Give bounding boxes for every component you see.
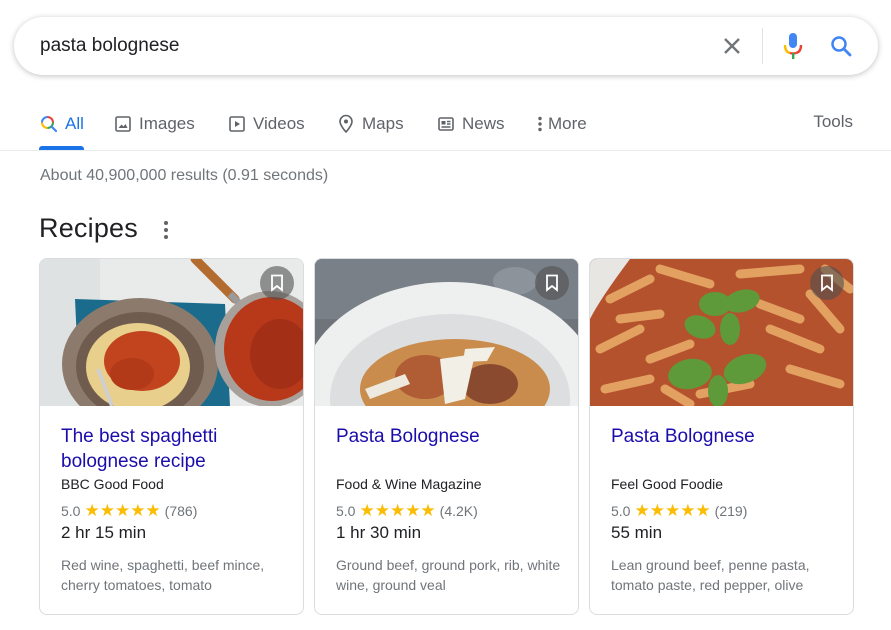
rating-value: 5.0 bbox=[336, 503, 356, 519]
tab-videos[interactable]: Videos bbox=[227, 112, 305, 136]
recipe-card[interactable]: The best spaghetti bolognese recipe BBC … bbox=[39, 258, 304, 615]
ingredients: Red wine, spaghetti, beef mince, cherry … bbox=[61, 557, 265, 593]
star-rating-icon: ★★★★★ bbox=[84, 501, 161, 520]
search-input[interactable] bbox=[40, 17, 680, 75]
close-icon bbox=[724, 38, 740, 54]
tab-maps[interactable]: Maps bbox=[336, 112, 404, 136]
rating-row: 5.0 ★★★★★ (219) bbox=[611, 502, 839, 520]
search-divider bbox=[762, 28, 763, 64]
tab-label: All bbox=[65, 114, 84, 133]
search-box bbox=[14, 17, 878, 75]
news-icon bbox=[436, 114, 456, 134]
bookmark-icon bbox=[546, 274, 558, 292]
play-icon bbox=[227, 114, 247, 134]
ingredients: Ground beef, ground pork, rib, white win… bbox=[336, 557, 561, 593]
rating-value: 5.0 bbox=[61, 503, 81, 519]
review-count: (219) bbox=[714, 503, 748, 519]
active-tab-indicator bbox=[39, 146, 84, 150]
cook-time: 2 hr 15 min bbox=[61, 523, 147, 542]
bookmark-icon bbox=[821, 274, 833, 292]
rating-row: 5.0 ★★★★★ (4.2K) bbox=[336, 502, 564, 520]
tools-button[interactable]: Tools bbox=[813, 112, 853, 132]
tab-label: More bbox=[548, 114, 587, 133]
recipe-card[interactable]: Pasta Bolognese Food & Wine Magazine 5.0… bbox=[314, 258, 579, 615]
search-button[interactable] bbox=[825, 30, 857, 62]
result-stats: About 40,900,000 results (0.91 seconds) bbox=[40, 167, 329, 184]
star-rating-icon: ★★★★★ bbox=[359, 501, 436, 520]
tab-all[interactable]: All bbox=[39, 112, 84, 136]
more-dot bbox=[164, 235, 168, 239]
tab-label: Images bbox=[139, 114, 195, 133]
more-dot bbox=[164, 228, 168, 232]
rating-row: 5.0 ★★★★★ (786) bbox=[61, 502, 289, 520]
search-icon bbox=[39, 114, 59, 134]
save-recipe-button[interactable] bbox=[260, 266, 294, 300]
voice-search-button[interactable] bbox=[777, 30, 809, 62]
image-icon bbox=[113, 114, 133, 134]
recipe-source: Food & Wine Magazine bbox=[336, 476, 482, 492]
rating-value: 5.0 bbox=[611, 503, 631, 519]
tab-images[interactable]: Images bbox=[113, 112, 195, 136]
recipe-card[interactable]: Pasta Bolognese Feel Good Foodie 5.0 ★★★… bbox=[589, 258, 854, 615]
tab-news[interactable]: News bbox=[436, 112, 505, 136]
search-tabs: All Images Videos Maps News More Tools bbox=[0, 100, 891, 151]
tab-label: Maps bbox=[362, 114, 404, 133]
ingredients: Lean ground beef, penne pasta, tomato pa… bbox=[611, 557, 810, 593]
recipe-source: BBC Good Food bbox=[61, 476, 164, 492]
recipes-more-options-button[interactable] bbox=[158, 219, 174, 241]
review-count: (786) bbox=[164, 503, 198, 519]
clear-search-button[interactable] bbox=[716, 30, 748, 62]
tab-more[interactable]: More bbox=[534, 112, 587, 136]
map-pin-icon bbox=[336, 114, 356, 134]
search-icon bbox=[831, 36, 852, 57]
tab-label: News bbox=[462, 114, 505, 133]
more-vert-icon bbox=[534, 114, 546, 134]
save-recipe-button[interactable] bbox=[810, 266, 844, 300]
recipes-heading: Recipes bbox=[39, 213, 138, 243]
recipe-title-link[interactable]: The best spaghetti bolognese recipe bbox=[61, 424, 289, 474]
tab-label: Videos bbox=[253, 114, 305, 133]
more-dot bbox=[164, 221, 168, 225]
recipe-title-link[interactable]: Pasta Bolognese bbox=[336, 424, 564, 474]
recipe-source: Feel Good Foodie bbox=[611, 476, 724, 492]
review-count: (4.2K) bbox=[439, 503, 478, 519]
microphone-icon bbox=[783, 33, 803, 59]
save-recipe-button[interactable] bbox=[535, 266, 569, 300]
recipe-title-link[interactable]: Pasta Bolognese bbox=[611, 424, 839, 474]
bookmark-icon bbox=[271, 274, 283, 292]
cook-time: 55 min bbox=[611, 523, 663, 542]
star-rating-icon: ★★★★★ bbox=[634, 501, 711, 520]
cook-time: 1 hr 30 min bbox=[336, 523, 422, 542]
